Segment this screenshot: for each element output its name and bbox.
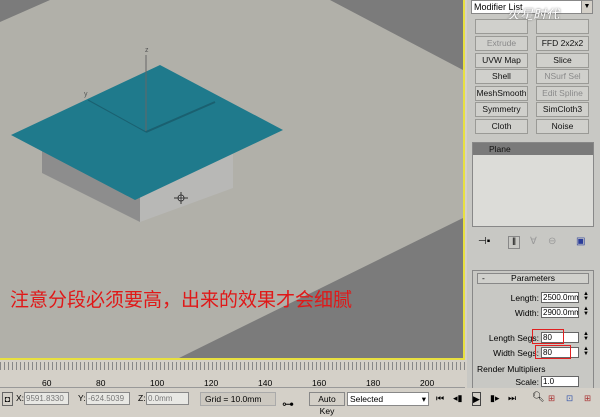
- grid-size-display: Grid = 10.0mm: [200, 392, 276, 406]
- remove-modifier-icon[interactable]: ⊖: [548, 236, 556, 247]
- y-coordinate-input[interactable]: -624.5039: [86, 392, 130, 405]
- modifier-button[interactable]: Noise: [536, 119, 589, 134]
- highlight-box: [535, 345, 571, 359]
- timeline-tick-label: 180: [366, 378, 381, 388]
- perspective-viewport[interactable]: z y 注意分段必须要高，出来的效果才会细腻: [0, 0, 465, 360]
- key-filter-dropdown[interactable]: Selected ▾: [347, 392, 429, 406]
- go-to-start-icon[interactable]: ⏮: [436, 392, 444, 406]
- previous-frame-icon[interactable]: ◂▮: [453, 392, 462, 406]
- make-unique-icon[interactable]: ∀: [530, 236, 537, 247]
- pin-stack-icon[interactable]: ⊣▪: [478, 236, 490, 247]
- modifier-button[interactable]: Extrude: [475, 36, 528, 51]
- show-end-result-icon[interactable]: ‖: [508, 236, 521, 249]
- width-input[interactable]: 2900.0mm: [541, 307, 579, 318]
- play-icon[interactable]: ▶: [472, 392, 481, 406]
- x-coordinate-input[interactable]: 9591.8330: [24, 392, 69, 405]
- modifier-button[interactable]: UVW Map: [475, 52, 528, 68]
- set-key-icon[interactable]: ⊶: [282, 398, 294, 412]
- scale-input[interactable]: 1.0: [541, 376, 579, 387]
- caption-text: 注意分段必须要高，出来的效果才会细腻: [10, 289, 353, 311]
- highlight-box: [532, 329, 564, 344]
- modifier-button[interactable]: MeshSmooth: [475, 85, 528, 101]
- timeline-tick-label: 140: [258, 378, 273, 388]
- command-panel: Modifier List ▼ 火星时代 Extrude FFD 2x2x2 UVW …: [467, 0, 600, 388]
- axis-z-label: z: [145, 47, 149, 54]
- stack-item-plane[interactable]: Plane: [473, 143, 593, 155]
- z-label: Z:: [138, 393, 146, 403]
- y-label: Y:: [78, 393, 86, 403]
- parameters-header[interactable]: - Parameters: [477, 273, 589, 284]
- timeline-ruler[interactable]: [0, 362, 465, 388]
- modifier-button[interactable]: Edit Spline: [536, 85, 589, 101]
- parameters-title: Parameters: [511, 273, 555, 283]
- zoom-all-icon[interactable]: ⊞: [548, 392, 555, 406]
- length-input[interactable]: 2500.0mm: [541, 292, 579, 303]
- modifier-button[interactable]: Symmetry: [475, 102, 528, 118]
- stack-toolbar: ⊣▪ ‖ ∀ ⊖ ▣: [472, 236, 594, 252]
- auto-key-button[interactable]: Auto Key: [309, 392, 345, 416]
- next-frame-icon[interactable]: ▮▸: [490, 392, 499, 406]
- axis-y-label: y: [84, 91, 88, 98]
- modifier-button[interactable]: Cloth: [475, 119, 528, 134]
- timeline-tick-label: 100: [150, 378, 165, 388]
- zoom-icon[interactable]: 🔍︎: [532, 392, 545, 406]
- x-label: X:: [16, 393, 25, 403]
- modifier-button[interactable]: FFD 2x2x2: [536, 36, 589, 51]
- width-label: Width:: [514, 308, 539, 318]
- zoom-extents-icon[interactable]: ⊡: [566, 392, 573, 406]
- parameters-rollout: - Parameters Length: 2500.0mm ▲ ▼ Width: 2900…: [472, 270, 594, 388]
- key-filter-value: Selected: [350, 394, 384, 404]
- modifier-button[interactable]: SimCloth3: [536, 102, 589, 118]
- length-spinner[interactable]: ▲ ▼: [583, 291, 589, 303]
- modifier-button[interactable]: Shell: [475, 69, 528, 85]
- timeline-tick-label: 80: [96, 378, 106, 388]
- chevron-down-icon: ▼: [581, 1, 592, 13]
- width-segs-label: Width Segs:: [493, 348, 539, 358]
- width-spinner[interactable]: ▲ ▼: [583, 306, 589, 318]
- timeline-tick-label: 160: [312, 378, 327, 388]
- absolute-mode-toggle[interactable]: ◘: [2, 392, 13, 406]
- render-multipliers-label: Render Multipliers: [477, 364, 546, 374]
- modifier-button-hidden-2[interactable]: [536, 19, 589, 34]
- zoom-extents-all-icon[interactable]: ⊞: [584, 392, 591, 406]
- timeline-tick-label: 120: [204, 378, 219, 388]
- modifier-button[interactable]: NSurf Sel: [536, 69, 589, 85]
- width-segs-spinner[interactable]: ▲ ▼: [583, 346, 589, 358]
- chevron-down-icon: ▾: [421, 394, 426, 404]
- modifier-button[interactable]: Slice: [536, 52, 589, 68]
- length-segs-spinner[interactable]: ▲ ▼: [583, 331, 589, 343]
- go-to-end-icon[interactable]: ⏭: [508, 392, 516, 406]
- timeline-tick-label: 60: [42, 378, 52, 388]
- scale-label: Scale:: [515, 377, 539, 387]
- modifier-stack[interactable]: Plane: [472, 142, 594, 227]
- timeline-tick-label: 200: [420, 378, 435, 388]
- length-label: Length:: [510, 293, 539, 303]
- z-coordinate-input[interactable]: 0.0mm: [146, 392, 189, 405]
- modifier-button-hidden[interactable]: [475, 19, 528, 34]
- collapse-icon: -: [482, 273, 485, 283]
- configure-sets-icon[interactable]: ▣: [576, 236, 585, 247]
